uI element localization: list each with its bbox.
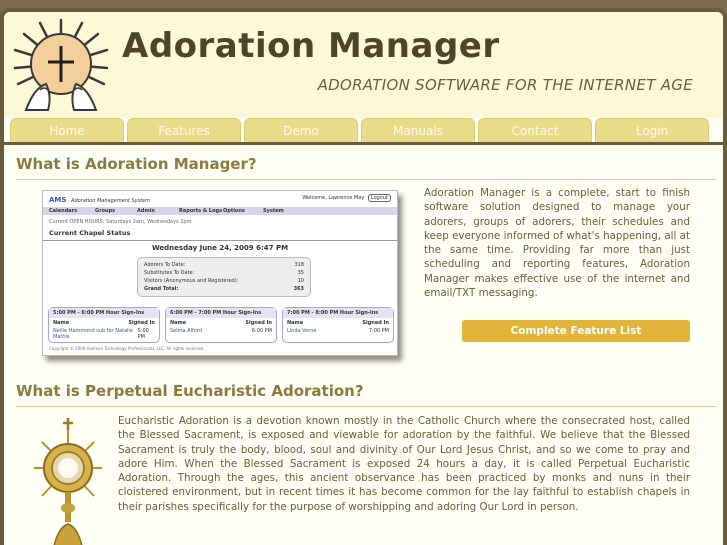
complete-feature-list-button[interactable]: Complete Feature List — [462, 320, 690, 342]
main-nav: Home Features Demo Manuals Contact Login — [10, 118, 710, 142]
nav-demo[interactable]: Demo — [244, 118, 358, 142]
screenshot-brand-sub: Adoration Management System — [71, 198, 151, 204]
site-header: Adoration Manager ADORATION SOFTWARE FOR… — [4, 12, 723, 118]
section2-description: Eucharistic Adoration is a devotion know… — [118, 415, 690, 513]
nav-contact[interactable]: Contact — [478, 118, 592, 142]
section-title-adoration-manager: What is Adoration Manager? — [16, 155, 257, 173]
screenshot-menu-item: Options — [223, 208, 245, 214]
screenshot-brand: AMS — [49, 196, 67, 204]
screenshot-hour-card: 6:00 PM - 7:00 PM Hour Sign-Ins Name Sign… — [165, 307, 277, 343]
screenshot-datetime: Wednesday June 24, 2009 6:47 PM — [151, 244, 289, 252]
screenshot-footer: Copyright © 2009 Hallman Technology Prof… — [49, 346, 205, 351]
screenshot-open-hours: Current OPEN HOURS: Saturdays 2am, Wedne… — [49, 219, 192, 225]
screenshot-status-title: Current Chapel Status — [49, 229, 131, 237]
screenshot-menu-item: System — [263, 208, 284, 214]
section-divider — [16, 406, 716, 407]
nav-home[interactable]: Home — [10, 118, 124, 142]
site-title: Adoration Manager — [122, 26, 500, 66]
site-tagline: ADORATION SOFTWARE FOR THE INTERNET AGE — [317, 76, 693, 94]
nav-login[interactable]: Login — [595, 118, 709, 142]
screenshot-welcome: Welcome, Lawrence May — [302, 195, 365, 201]
screenshot-hour-card: 5:00 PM - 6:00 PM Hour Sign-Ins Name Sign… — [48, 307, 160, 343]
screenshot-menu-item: Reports & Logs — [179, 208, 223, 214]
section-divider — [16, 179, 716, 180]
screenshot-hour-card: 7:00 PM - 8:00 PM Hour Sign-Ins Name Sign… — [282, 307, 394, 343]
app-screenshot: AMS Adoration Management System Welcome,… — [42, 190, 398, 356]
screenshot-logout: Logout — [367, 194, 391, 202]
section1-description: Adoration Manager is a complete, start t… — [424, 187, 690, 300]
adoration-logo-icon — [13, 18, 109, 111]
screenshot-menu: Calendars Groups Admin Reports & Logs Op… — [43, 207, 397, 215]
nav-divider — [4, 142, 723, 145]
monstrance-icon — [34, 418, 102, 545]
nav-manuals[interactable]: Manuals — [361, 118, 475, 142]
page-frame: Adoration Manager ADORATION SOFTWARE FOR… — [0, 8, 727, 545]
section-title-eucharistic-adoration: What is Perpetual Eucharistic Adoration? — [16, 382, 364, 400]
screenshot-menu-item: Groups — [95, 208, 116, 214]
nav-features[interactable]: Features — [127, 118, 241, 142]
screenshot-menu-item: Calendars — [49, 208, 78, 214]
screenshot-menu-item: Admin — [137, 208, 155, 214]
screenshot-stats-box: Adorers To Date: 318 Substitutes To Date… — [137, 257, 311, 297]
